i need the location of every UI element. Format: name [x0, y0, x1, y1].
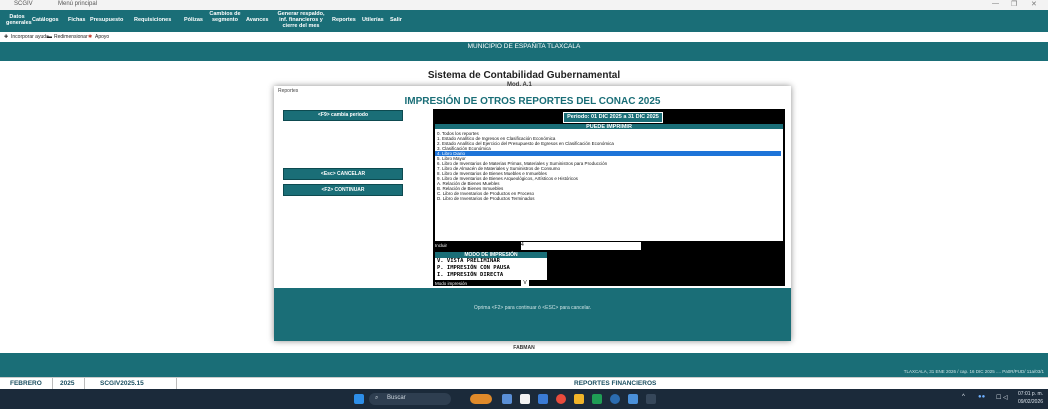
list-item-selected[interactable]: 4. Libro Diario [435, 151, 781, 156]
browser-icon[interactable] [556, 394, 566, 404]
toolbar-item-1[interactable]: Incorporar ayuda [11, 34, 49, 40]
active-app-icon[interactable] [646, 394, 656, 404]
reports-list[interactable]: 0. Todos los reportes 1. Estado Analític… [435, 129, 783, 241]
print-mode-box: MODO DE IMPRESIÓN V. VISTA PRELIMINAR P.… [435, 252, 547, 280]
support-icon[interactable]: ✱ [88, 34, 92, 40]
print-mode-option[interactable]: P. IMPRESIÓN CON PAUSA [437, 265, 510, 271]
footer-hint: Oprima <F2> para continuar ó <ESC> para … [473, 305, 592, 311]
tray-app-icon[interactable]: ●● [978, 394, 985, 400]
toolbar-item-3[interactable]: Apoyo [95, 34, 109, 40]
municipio-banner: MUNICIPIO DE ESPAÑITA TLAXCALA [0, 42, 1048, 61]
print-mode-label: Modo impresión [435, 281, 468, 286]
menu-cambios-segmento[interactable]: Cambios de segmento [206, 11, 244, 23]
dialog-title: Reportes [278, 88, 299, 94]
print-mode-option[interactable]: V. VISTA PRELIMINAR [437, 258, 500, 264]
status-version: SCGIV2025.15 [100, 380, 144, 387]
print-mode-option[interactable]: I. IMPRESIÓN DIRECTA [437, 272, 503, 278]
incluir-label: Incluir [435, 243, 448, 248]
windows-start-icon[interactable] [354, 394, 364, 404]
menu-bar: Datos generales Catálogos Fichas Presupu… [0, 10, 1048, 32]
incluir-input[interactable]: 4 [521, 242, 641, 250]
municipio-name: MUNICIPIO DE ESPAÑITA TLAXCALA [467, 43, 581, 50]
menu-polizas[interactable]: Pólizas [184, 17, 203, 23]
system-title: Sistema de Contabilidad Gubernamental [427, 70, 621, 81]
window-title: Menú principal [58, 1, 98, 7]
taskbar: ⌕ Buscar ^ ●● ☐ ◁ 07:01 p. m. 09/02/2026 [0, 389, 1048, 409]
menu-reportes[interactable]: Reportes [332, 17, 356, 23]
clock-time[interactable]: 07:01 p. m. [1018, 391, 1043, 397]
help-plus-icon[interactable]: ✚ [4, 34, 8, 40]
widget-icon[interactable] [470, 394, 492, 404]
menu-requisiciones[interactable]: Requisiciones [134, 17, 171, 23]
window-title-bar: SCGIV Menú principal — ❐ ✕ [0, 0, 1048, 10]
menu-avances[interactable]: Avances [246, 17, 268, 23]
bottom-banner: FABMAN TLAXCALA, 31 ENE 2026 / cap. 16 D… [0, 345, 1048, 377]
maximize-icon[interactable]: ❐ [1011, 0, 1017, 8]
change-period-button[interactable]: <F9> cambia periodo [283, 110, 403, 121]
edge-icon[interactable] [610, 394, 620, 404]
menu-datos-generales[interactable]: Datos generales [6, 14, 32, 26]
task-view-icon[interactable] [502, 394, 512, 404]
network-icon[interactable]: ☐ ◁ [996, 394, 1008, 401]
menu-fichas[interactable]: Fichas [68, 17, 85, 23]
taskbar-search[interactable]: ⌕ Buscar [369, 393, 451, 405]
close-icon[interactable]: ✕ [1031, 0, 1037, 8]
list-item[interactable]: D. Libro de Inventarios de Productos Ter… [437, 196, 534, 201]
status-month: FEBRERO [10, 380, 42, 387]
period-label: Periodo: 01 DIC 2025 a 31 DIC 2025 [563, 112, 663, 123]
search-icon: ⌕ [375, 395, 379, 401]
menu-presupuesto[interactable]: Presupuesto [90, 17, 123, 23]
continue-button[interactable]: <F2> CONTINUAR [283, 184, 403, 196]
menu-salir[interactable]: Salir [390, 17, 402, 23]
toolbar: ✚ Incorporar ayuda ▬ Redimensionar ✱ Apo… [0, 32, 1048, 42]
menu-generar-respaldo[interactable]: Generar respaldo, inf. financieros y cie… [276, 11, 326, 29]
spreadsheet-icon[interactable] [592, 394, 602, 404]
document-icon[interactable] [520, 394, 530, 404]
minimize-icon[interactable]: — [992, 0, 999, 7]
menu-catalogos[interactable]: Catálogos [32, 17, 59, 23]
print-mode-input[interactable]: V [521, 280, 529, 287]
app-icon[interactable] [538, 394, 548, 404]
resize-icon[interactable]: ▬ [47, 34, 52, 40]
word-icon[interactable] [628, 394, 638, 404]
dialog-heading: IMPRESIÓN DE OTROS REPORTES DEL CONAC 20… [404, 96, 661, 107]
dialog-footer: Oprima <F2> para continuar ó <ESC> para … [274, 288, 791, 341]
status-year: 2025 [60, 380, 75, 387]
toolbar-item-2[interactable]: Redimensionar [54, 34, 88, 40]
cancel-button[interactable]: <Esc> CANCELAR [283, 168, 403, 180]
status-module: REPORTES FINANCIEROS [574, 380, 657, 387]
menu-utilerias[interactable]: Utilerías [362, 17, 384, 23]
reports-dialog: Reportes IMPRESIÓN DE OTROS REPORTES DEL… [274, 86, 791, 341]
tray-chevron-icon[interactable]: ^ [962, 394, 965, 400]
date-info: TLAXCALA, 31 ENE 2026 / cap. 16 DIC 2025… [903, 369, 1044, 374]
app-name: SCGIV [14, 1, 33, 7]
clock-date[interactable]: 09/02/2026 [1018, 399, 1043, 405]
file-explorer-icon[interactable] [574, 394, 584, 404]
fab-label: FABMAN [513, 345, 535, 351]
